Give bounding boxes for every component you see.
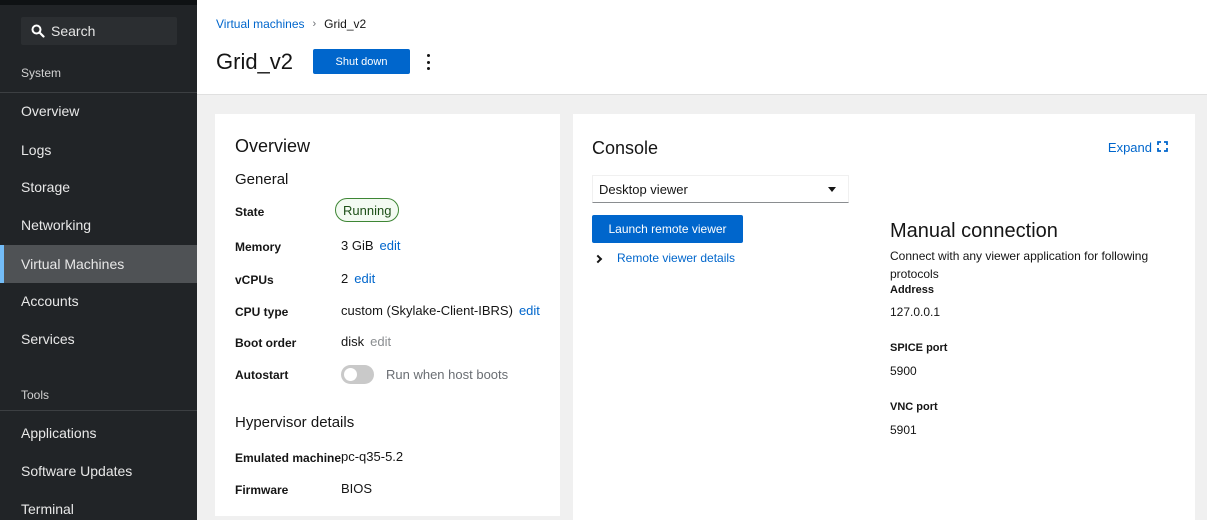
- search-icon: [31, 24, 45, 38]
- overview-title: Overview: [235, 136, 311, 156]
- viewer-select-value: Desktop viewer: [599, 181, 688, 197]
- sidebar-item-virtual-machines[interactable]: Virtual Machines: [0, 245, 197, 283]
- hypervisor-title: Hypervisor details: [235, 414, 355, 431]
- sidebar-item-services[interactable]: Services: [0, 320, 197, 358]
- memory-edit-link[interactable]: edit: [380, 238, 401, 253]
- firmware-value: BIOS: [341, 481, 373, 496]
- state-label: State: [235, 205, 265, 219]
- search-label: Search: [51, 23, 96, 39]
- page-header: Virtual machines › Grid_v2 Grid_v2 Shut …: [197, 0, 1207, 95]
- expand-icon: [1152, 140, 1168, 155]
- kebab-menu-icon[interactable]: [421, 52, 435, 72]
- launch-remote-viewer-button[interactable]: Launch remote viewer: [592, 215, 743, 243]
- chevron-right-icon: ›: [312, 18, 317, 30]
- boot-order-value: disk: [341, 334, 365, 349]
- vcpus-value: 2: [341, 271, 349, 286]
- emulated-machine-label: Emulated machine: [235, 451, 342, 465]
- autostart-toggle-label: Run when host boots: [386, 367, 509, 382]
- breadcrumb-link-virtual-machines[interactable]: Virtual machines: [216, 17, 305, 31]
- vcpus-label: vCPUs: [235, 273, 274, 287]
- vnc-port-label: VNC port: [890, 401, 938, 413]
- section-label-system: System: [21, 66, 62, 80]
- remote-viewer-details-toggle[interactable]: Remote viewer details: [593, 251, 736, 265]
- remote-viewer-details-label: Remote viewer details: [617, 251, 736, 265]
- spice-port-value: 5900: [890, 364, 917, 378]
- sidebar-item-networking[interactable]: Networking: [0, 206, 197, 244]
- cpu-type-value: custom (Skylake-Client-IBRS): [341, 303, 513, 318]
- search-input[interactable]: Search: [21, 17, 177, 45]
- spice-port-label: SPICE port: [890, 342, 948, 354]
- vcpus-value-row: 2 edit: [341, 271, 375, 286]
- emulated-machine-value: pc-q35-5.2: [341, 449, 404, 464]
- status-badge: Running: [335, 198, 400, 222]
- sidebar-item-terminal[interactable]: Terminal: [0, 490, 197, 520]
- autostart-toggle[interactable]: [341, 365, 374, 384]
- memory-value: 3 GiB: [341, 238, 374, 253]
- vnc-port-value: 5901: [890, 423, 917, 437]
- boot-order-value-row: disk edit: [341, 334, 391, 349]
- boot-order-label: Boot order: [235, 336, 297, 350]
- cpu-type-label: CPU type: [235, 305, 289, 319]
- vcpus-edit-link[interactable]: edit: [354, 271, 375, 286]
- breadcrumb-current: Grid_v2: [324, 17, 367, 31]
- memory-label: Memory: [235, 240, 282, 254]
- sidebar-item-applications[interactable]: Applications: [0, 414, 197, 452]
- overview-card: Overview General State Running Memory 3 …: [215, 114, 560, 516]
- memory-value-row: 3 GiB edit: [341, 238, 400, 253]
- cpu-type-edit-link[interactable]: edit: [519, 303, 540, 318]
- sidebar-item-overview[interactable]: Overview: [0, 92, 197, 130]
- sidebar-item-software-updates[interactable]: Software Updates: [0, 452, 197, 490]
- boot-order-edit-link[interactable]: edit: [370, 334, 391, 349]
- breadcrumb: Virtual machines › Grid_v2: [216, 17, 366, 31]
- expand-button[interactable]: Expand: [1108, 140, 1168, 155]
- general-title: General: [235, 171, 289, 188]
- sidebar-item-accounts[interactable]: Accounts: [0, 282, 197, 320]
- sidebar-divider: [0, 410, 197, 411]
- address-value: 127.0.0.1: [890, 305, 941, 319]
- section-label-tools: Tools: [21, 388, 50, 402]
- address-label: Address: [890, 284, 935, 296]
- autostart-label: Autostart: [235, 368, 289, 382]
- cpu-type-value-row: custom (Skylake-Client-IBRS) edit: [341, 303, 540, 318]
- sidebar: Search System Overview Logs Storage Netw…: [0, 0, 197, 520]
- caret-down-icon: [828, 186, 836, 192]
- console-title: Console: [592, 138, 659, 158]
- sidebar-item-storage[interactable]: Storage: [0, 168, 197, 206]
- expand-label: Expand: [1107, 140, 1152, 155]
- firmware-label: Firmware: [235, 483, 289, 497]
- toggle-knob: [344, 368, 357, 381]
- manual-connection-description: Connect with any viewer application for …: [890, 249, 1149, 281]
- sidebar-item-logs[interactable]: Logs: [0, 131, 197, 169]
- manual-connection-title: Manual connection: [890, 220, 1058, 242]
- console-card: Console Expand Desktop viewer Launch rem…: [573, 114, 1195, 520]
- viewer-select[interactable]: Desktop viewer: [592, 175, 849, 203]
- chevron-right-icon: [593, 254, 603, 263]
- sidebar-top-strip: [0, 0, 197, 5]
- shut-down-button[interactable]: Shut down: [313, 49, 410, 74]
- page-title: Grid_v2: [216, 49, 294, 74]
